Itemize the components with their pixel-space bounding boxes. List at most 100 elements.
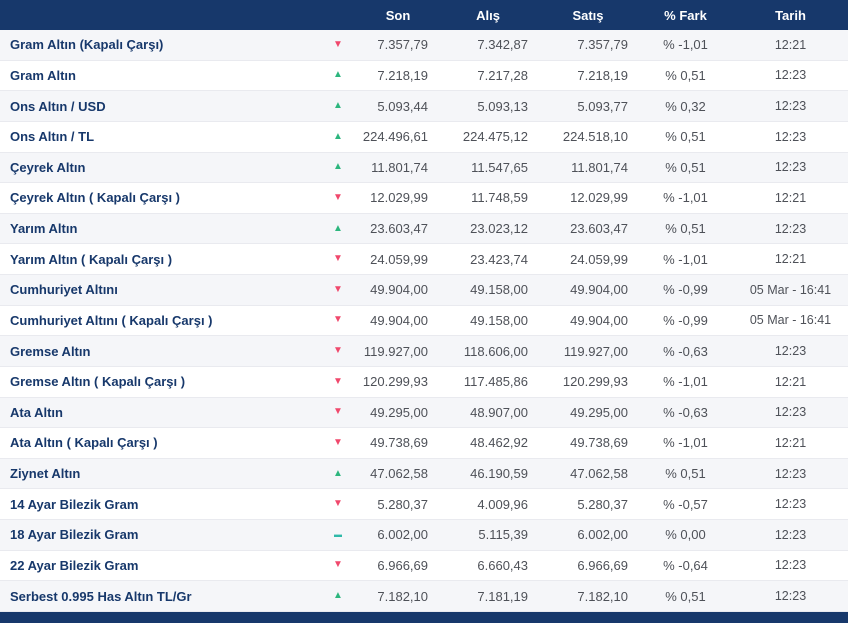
instrument-name-link[interactable]: Cumhuriyet Altını: [0, 282, 318, 297]
table-row: Gremse Altın ( Kapalı Çarşı ) ▼ 120.299,…: [0, 366, 848, 398]
instrument-name-link[interactable]: 14 Ayar Bilezik Gram: [0, 497, 318, 512]
down-trend-icon: ▼: [333, 406, 343, 418]
instrument-name-link[interactable]: Yarım Altın ( Kapalı Çarşı ): [0, 252, 318, 267]
percent-change: % 0,51: [665, 221, 706, 237]
up-trend-icon: ▲: [333, 161, 343, 173]
sell-price: 120.299,93: [562, 374, 628, 390]
sell-price: 24.059,99: [570, 251, 628, 267]
table-row: Gram Altın (Kapalı Çarşı) ▼ 7.357,79 7.3…: [0, 30, 848, 61]
buy-price: 224.475,12: [462, 129, 528, 145]
table-row: Ziynet Altın ▲ 47.062,58 46.190,59 47.06…: [0, 458, 848, 490]
update-time: 12:21: [774, 190, 807, 205]
instrument-name-link[interactable]: Gram Altın (Kapalı Çarşı): [0, 37, 318, 52]
instrument-name-link[interactable]: Yarım Altın: [0, 221, 318, 236]
last-price: 49.904,00: [370, 312, 428, 328]
table-row: 14 Ayar Bilezik Gram ▼ 5.280,37 4.009,96…: [0, 489, 848, 520]
instrument-name-link[interactable]: Ata Altın: [0, 405, 318, 420]
instrument-name-link[interactable]: Ziynet Altın: [0, 466, 318, 481]
sell-price: 49.904,00: [570, 282, 628, 298]
column-header-satis: Satış: [572, 7, 604, 23]
buy-price: 46.190,59: [470, 466, 528, 482]
sell-price: 6.002,00: [577, 527, 628, 543]
table-row: Çeyrek Altın ▲ 11.801,74 11.547,65 11.80…: [0, 152, 848, 184]
column-header-son: Son: [385, 7, 411, 23]
table-row: Yarım Altın ▲ 23.603,47 23.023,12 23.603…: [0, 213, 848, 245]
last-price: 6.966,69: [377, 557, 428, 573]
instrument-name-link[interactable]: Cumhuriyet Altını ( Kapalı Çarşı ): [0, 313, 318, 328]
instrument-name-link[interactable]: Çeyrek Altın: [0, 160, 318, 175]
instrument-name-link[interactable]: Ons Altın / USD: [0, 99, 318, 114]
last-price: 7.357,79: [377, 37, 428, 53]
percent-change: % -1,01: [663, 374, 708, 390]
update-time: 12:23: [774, 589, 807, 604]
instrument-name-link[interactable]: Gremse Altın: [0, 344, 318, 359]
sell-price: 119.927,00: [563, 343, 628, 359]
last-price: 224.496,61: [362, 129, 428, 145]
table-row: Ons Altın / USD ▲ 5.093,44 5.093,13 5.09…: [0, 91, 848, 122]
sell-price: 49.904,00: [570, 312, 628, 328]
sell-price: 12.029,99: [570, 190, 628, 206]
instrument-name-link[interactable]: Gremse Altın ( Kapalı Çarşı ): [0, 374, 318, 389]
update-time: 12:21: [774, 435, 807, 450]
table-header-row: Son Alış Satış % Fark Tarih: [0, 0, 848, 30]
column-header-alis: Alış: [476, 7, 500, 23]
buy-price: 117.485,86: [463, 374, 528, 390]
down-trend-icon: ▼: [333, 559, 343, 571]
percent-change: % -0,64: [663, 557, 708, 573]
table-row: Yarım Altın ( Kapalı Çarşı ) ▼ 24.059,99…: [0, 244, 848, 275]
buy-price: 4.009,96: [477, 496, 528, 512]
sell-price: 23.603,47: [570, 221, 628, 237]
instrument-name-link[interactable]: Çeyrek Altın ( Kapalı Çarşı ): [0, 190, 318, 205]
down-trend-icon: ▼: [333, 436, 343, 448]
percent-change: % 0,51: [665, 129, 706, 145]
percent-change: % -0,57: [663, 496, 708, 512]
up-trend-icon: ▲: [333, 130, 343, 142]
table-row: Çeyrek Altın ( Kapalı Çarşı ) ▼ 12.029,9…: [0, 183, 848, 214]
down-trend-icon: ▼: [333, 283, 343, 295]
down-trend-icon: ▼: [333, 38, 343, 50]
last-price: 7.218,19: [377, 67, 428, 83]
buy-price: 7.181,19: [477, 588, 528, 604]
down-trend-icon: ▼: [333, 253, 343, 265]
update-time: 12:21: [774, 374, 807, 389]
table-row: Ons Altın / TL ▲ 224.496,61 224.475,12 2…: [0, 121, 848, 153]
sell-price: 224.518,10: [562, 129, 628, 145]
instrument-name-link[interactable]: Serbest 0.995 Has Altın TL/Gr: [0, 589, 318, 604]
percent-change: % 0,51: [665, 67, 706, 83]
buy-price: 5.093,13: [477, 98, 528, 114]
update-time: 12:23: [774, 221, 807, 236]
last-price: 6.002,00: [377, 527, 428, 543]
last-price: 49.904,00: [370, 282, 428, 298]
update-time: 05 Mar - 16:41: [749, 282, 832, 297]
gold-prices-table: Son Alış Satış % Fark Tarih Gram Altın (…: [0, 0, 848, 612]
up-trend-icon: ▲: [333, 100, 343, 112]
down-trend-icon: ▼: [333, 375, 343, 387]
buy-price: 23.423,74: [470, 251, 528, 267]
buy-price: 118.606,00: [463, 343, 528, 359]
last-price: 12.029,99: [370, 190, 428, 206]
up-trend-icon: ▲: [333, 590, 343, 602]
last-price: 23.603,47: [370, 221, 428, 237]
sell-price: 6.966,69: [577, 557, 628, 573]
table-row: Cumhuriyet Altını ( Kapalı Çarşı ) ▼ 49.…: [0, 305, 848, 337]
instrument-name-link[interactable]: Ons Altın / TL: [0, 129, 318, 144]
instrument-name-link[interactable]: Ata Altın ( Kapalı Çarşı ): [0, 435, 318, 450]
update-time: 12:23: [774, 99, 807, 114]
instrument-name-link[interactable]: Gram Altın: [0, 68, 318, 83]
instrument-name-link[interactable]: 22 Ayar Bilezik Gram: [0, 558, 318, 573]
column-header-fark: % Fark: [664, 7, 707, 23]
update-time: 12:23: [774, 497, 807, 512]
instrument-name-link[interactable]: 18 Ayar Bilezik Gram: [0, 527, 318, 542]
sell-price: 11.801,74: [571, 159, 628, 175]
buy-price: 7.217,28: [477, 67, 528, 83]
sell-price: 7.218,19: [577, 67, 628, 83]
last-price: 24.059,99: [370, 251, 428, 267]
column-header-tarih: Tarih: [775, 7, 806, 23]
sell-price: 7.182,10: [577, 588, 628, 604]
last-price: 119.927,00: [363, 343, 428, 359]
update-time: 12:23: [774, 160, 807, 175]
sell-price: 47.062,58: [570, 466, 628, 482]
buy-price: 48.907,00: [470, 404, 528, 420]
footer-bar: [0, 612, 848, 623]
buy-price: 5.115,39: [478, 527, 528, 543]
